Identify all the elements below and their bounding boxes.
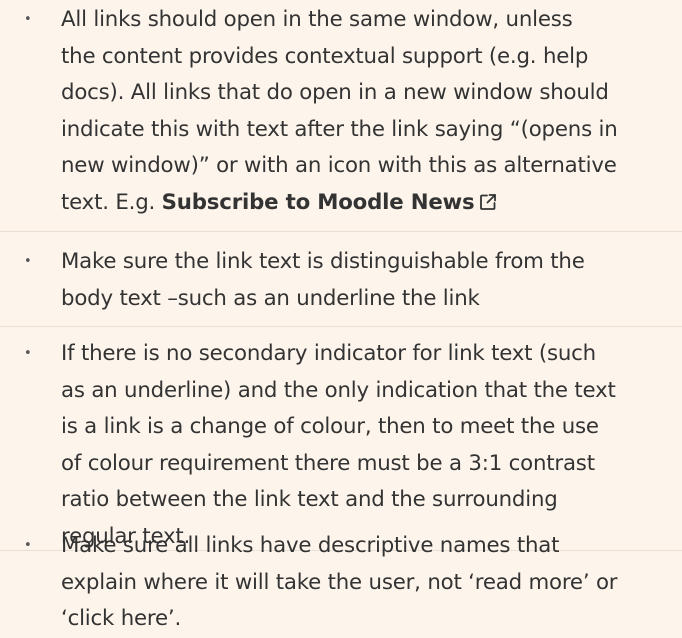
text-line: is a link is a change of colour, then to…	[61, 414, 599, 439]
list-item-text: Make sure all links have descriptive nam…	[61, 528, 661, 638]
text-fragment: text. E.g.	[61, 189, 162, 215]
bullet-marker: •	[24, 254, 32, 269]
text-line: text. E.g. Subscribe to Moodle News	[61, 185, 661, 222]
text-line: Make sure all links have descriptive nam…	[61, 533, 560, 558]
external-link-icon	[479, 187, 497, 210]
text-line: ratio between the link text and the surr…	[61, 487, 558, 512]
separator	[0, 231, 682, 232]
text-line: as an underline) and the only indication…	[61, 377, 616, 403]
bullet-marker: •	[24, 12, 32, 27]
text-line: explain where it will take the user, not…	[61, 569, 618, 595]
list-item-text: All links should open in the same window…	[61, 2, 661, 221]
list-item-text: If there is no secondary indicator for l…	[61, 336, 661, 555]
text-line: All links should open in the same window…	[61, 7, 573, 32]
text-line: indicate this with text after the link s…	[61, 116, 618, 142]
separator	[0, 326, 682, 327]
text-line: Make sure the link text is distinguishab…	[61, 249, 585, 274]
text-line: the content provides contextual support …	[61, 43, 589, 69]
text-line: new window)” or with an icon with this a…	[61, 153, 617, 178]
text-line: docs). All links that do open in a new w…	[61, 80, 609, 105]
text-line: If there is no secondary indicator for l…	[61, 341, 596, 366]
subscribe-link[interactable]: Subscribe to Moodle News	[162, 190, 475, 215]
text-line: of colour requirement there must be a 3:…	[61, 450, 595, 476]
list-item-text: Make sure the link text is distinguishab…	[61, 244, 661, 317]
bullet-marker: •	[24, 538, 32, 553]
bullet-marker: •	[24, 346, 32, 361]
guidelines-panel: • All links should open in the same wind…	[0, 0, 682, 633]
text-line: ‘click here’.	[61, 606, 182, 631]
text-line: body text –such as an underline the link	[61, 285, 480, 311]
